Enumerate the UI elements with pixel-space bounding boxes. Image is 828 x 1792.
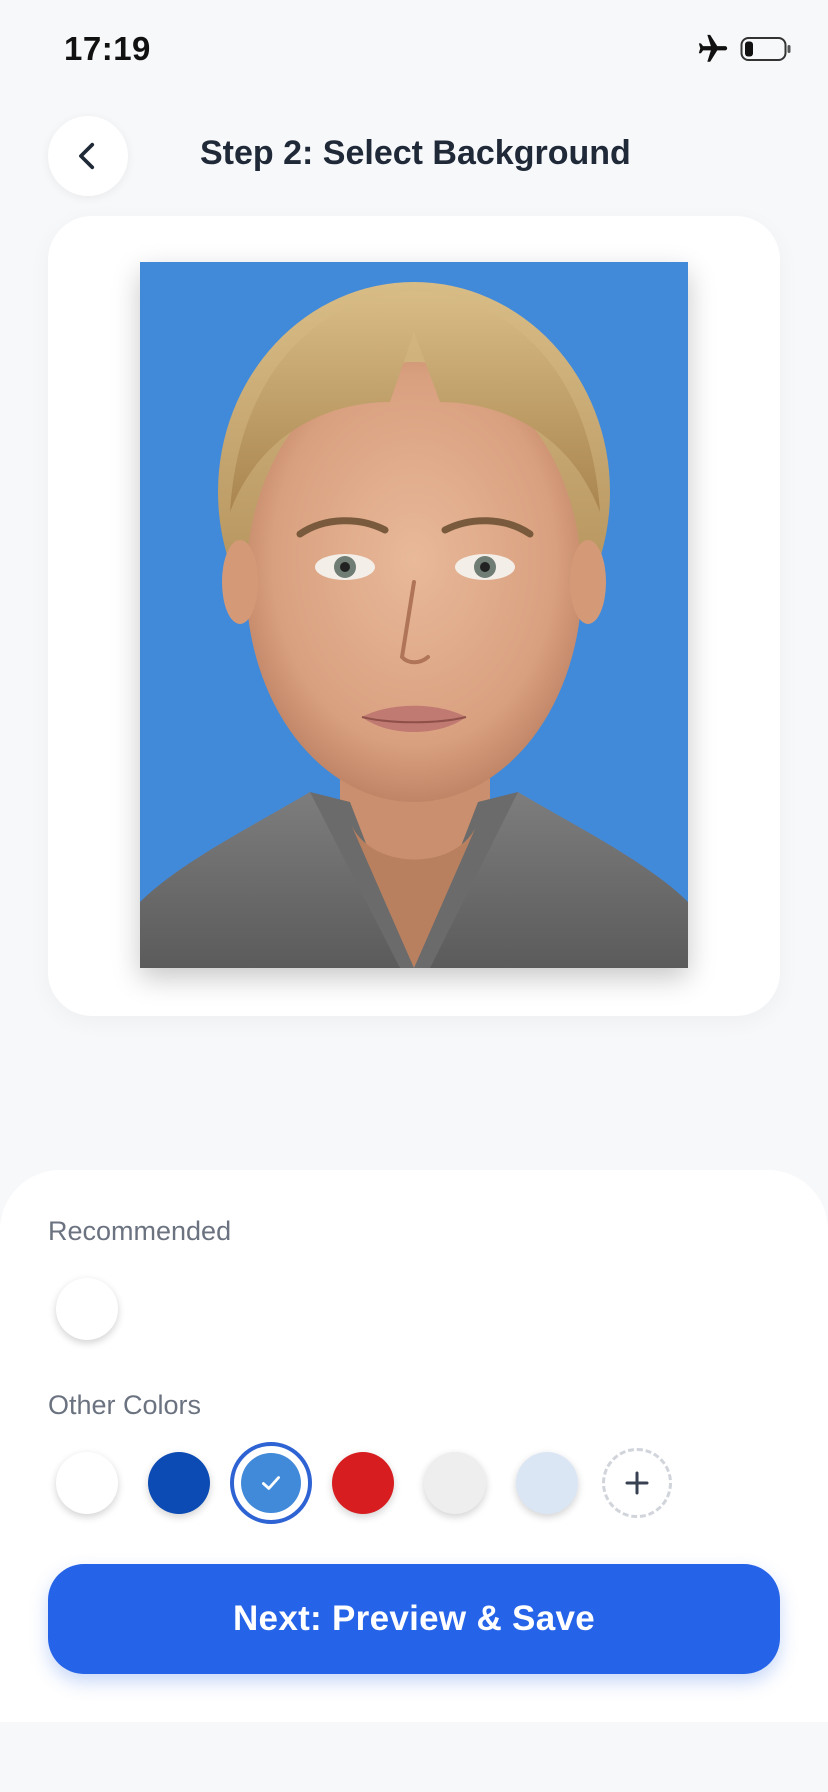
other-colors-label: Other Colors <box>48 1390 202 1420</box>
swatch-light-gray[interactable] <box>424 1452 486 1514</box>
swatch-sky-blue-fill <box>241 1453 301 1513</box>
back-button[interactable] <box>48 116 128 196</box>
photo-preview-card <box>48 216 780 1016</box>
add-color-button[interactable] <box>602 1448 672 1518</box>
swatch-red[interactable] <box>332 1452 394 1514</box>
screen: 17:19 Step 2: Select Background Recommen… <box>0 0 828 1792</box>
portrait-photo <box>140 262 688 968</box>
checkmark-icon <box>262 1476 280 1490</box>
recommended-label: Recommended <box>48 1216 232 1246</box>
plus-icon <box>625 1471 649 1495</box>
page-title: Step 2: Select Background <box>200 134 631 172</box>
swatch-dark-blue[interactable] <box>148 1452 210 1514</box>
swatch-pale-blue[interactable] <box>516 1452 578 1514</box>
swatch-white[interactable] <box>56 1452 118 1514</box>
status-time: 17:19 <box>64 30 151 67</box>
recommended-swatch-white[interactable] <box>56 1278 118 1340</box>
status-bar: 17:19 <box>0 0 828 100</box>
portrait-image <box>140 262 688 968</box>
next-preview-save-button[interactable]: Next: Preview & Save <box>48 1564 780 1674</box>
swatch-sky-blue-selected[interactable] <box>230 1442 312 1524</box>
airplane-mode-icon <box>698 34 728 62</box>
battery-icon <box>740 37 791 61</box>
chevron-left-icon <box>79 142 95 170</box>
